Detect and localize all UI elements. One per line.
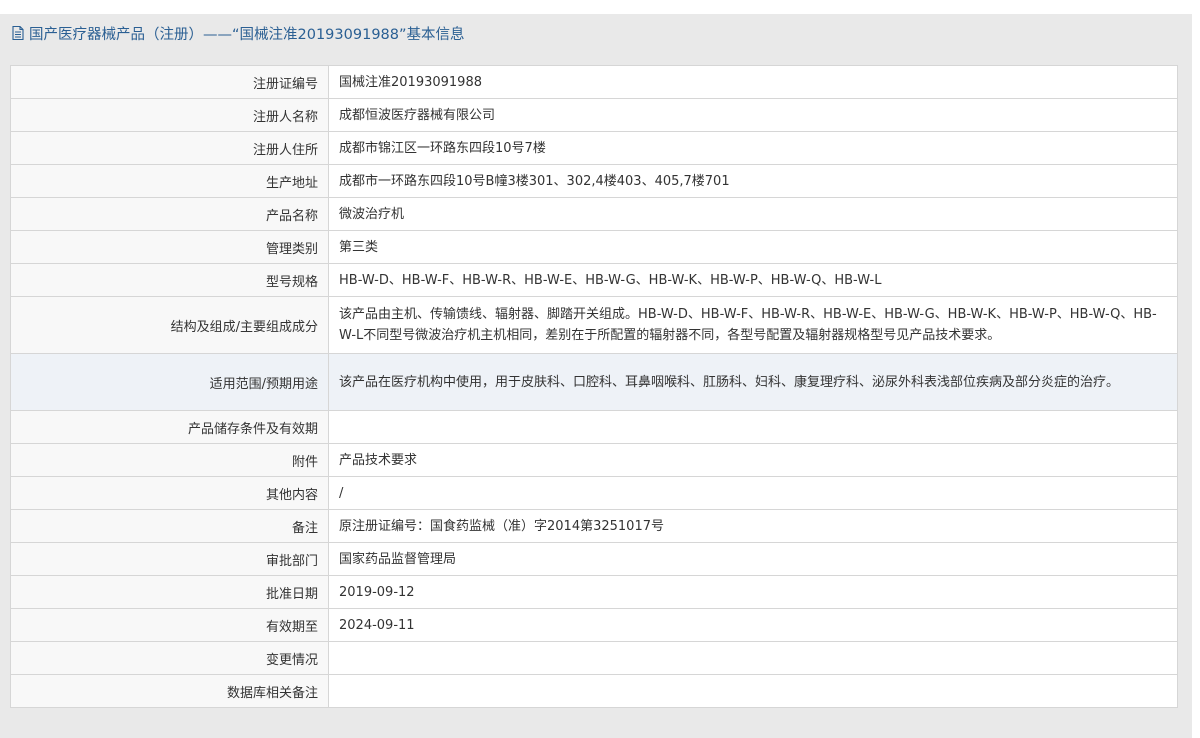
row-value: 成都恒波医疗器械有限公司: [328, 98, 1178, 132]
row-value: 该产品在医疗机构中使用，用于皮肤科、口腔科、耳鼻咽喉科、肛肠科、妇科、康复理疗科…: [328, 353, 1178, 411]
row-value: HB-W-D、HB-W-F、HB-W-R、HB-W-E、HB-W-G、HB-W-…: [328, 263, 1178, 297]
row-value: 产品技术要求: [328, 443, 1178, 477]
row-label: 管理类别: [10, 230, 329, 264]
row-value: [328, 410, 1178, 444]
row-value: 2024-09-11: [328, 608, 1178, 642]
row-value: 成都市一环路东四段10号B幢3楼301、302,4楼403、405,7楼701: [328, 164, 1178, 198]
row-value: 国械注准20193091988: [328, 65, 1178, 99]
table-row: 其他内容 /: [10, 476, 1178, 510]
table-row: 生产地址 成都市一环路东四段10号B幢3楼301、302,4楼403、405,7…: [10, 164, 1178, 198]
row-label: 备注: [10, 509, 329, 543]
info-table: 注册证编号 国械注准20193091988 注册人名称 成都恒波医疗器械有限公司…: [10, 65, 1178, 708]
table-row: 适用范围/预期用途 该产品在医疗机构中使用，用于皮肤科、口腔科、耳鼻咽喉科、肛肠…: [10, 353, 1178, 411]
table-row: 附件 产品技术要求: [10, 443, 1178, 477]
row-label: 附件: [10, 443, 329, 477]
row-value: 原注册证编号：国食药监械（准）字2014第3251017号: [328, 509, 1178, 543]
table-row: 审批部门 国家药品监督管理局: [10, 542, 1178, 576]
row-label: 注册人住所: [10, 131, 329, 165]
table-row: 批准日期 2019-09-12: [10, 575, 1178, 609]
row-value: [328, 674, 1178, 708]
row-value: 成都市锦江区一环路东四段10号7楼: [328, 131, 1178, 165]
row-label: 注册人名称: [10, 98, 329, 132]
table-row: 备注 原注册证编号：国食药监械（准）字2014第3251017号: [10, 509, 1178, 543]
table-row: 注册人名称 成都恒波医疗器械有限公司: [10, 98, 1178, 132]
table-row: 数据库相关备注: [10, 674, 1178, 708]
table-row: 结构及组成/主要组成成分 该产品由主机、传输馈线、辐射器、脚踏开关组成。HB-W…: [10, 296, 1178, 354]
row-label: 数据库相关备注: [10, 674, 329, 708]
info-table-wrapper: 注册证编号 国械注准20193091988 注册人名称 成都恒波医疗器械有限公司…: [10, 65, 1178, 708]
row-value: 微波治疗机: [328, 197, 1178, 231]
row-value: /: [328, 476, 1178, 510]
table-row: 型号规格 HB-W-D、HB-W-F、HB-W-R、HB-W-E、HB-W-G、…: [10, 263, 1178, 297]
row-label: 批准日期: [10, 575, 329, 609]
panel-header: 国产医疗器械产品（注册）——“国械注准20193091988”基本信息: [0, 14, 1192, 52]
page-title: 国产医疗器械产品（注册）——“国械注准20193091988”基本信息: [29, 26, 465, 43]
row-label: 审批部门: [10, 542, 329, 576]
row-label: 型号规格: [10, 263, 329, 297]
row-value: 国家药品监督管理局: [328, 542, 1178, 576]
row-label: 结构及组成/主要组成成分: [10, 296, 329, 354]
row-label: 注册证编号: [10, 65, 329, 99]
row-label: 其他内容: [10, 476, 329, 510]
table-row: 注册证编号 国械注准20193091988: [10, 65, 1178, 99]
table-row: 管理类别 第三类: [10, 230, 1178, 264]
row-value: [328, 641, 1178, 675]
table-row: 有效期至 2024-09-11: [10, 608, 1178, 642]
row-label: 产品名称: [10, 197, 329, 231]
document-icon: [12, 25, 24, 41]
info-panel: 国产医疗器械产品（注册）——“国械注准20193091988”基本信息 注册证编…: [0, 14, 1192, 738]
row-label: 有效期至: [10, 608, 329, 642]
row-value: 该产品由主机、传输馈线、辐射器、脚踏开关组成。HB-W-D、HB-W-F、HB-…: [328, 296, 1178, 354]
row-label: 变更情况: [10, 641, 329, 675]
row-value: 2019-09-12: [328, 575, 1178, 609]
table-row: 变更情况: [10, 641, 1178, 675]
row-value: 第三类: [328, 230, 1178, 264]
table-row: 产品储存条件及有效期: [10, 410, 1178, 444]
table-row: 注册人住所 成都市锦江区一环路东四段10号7楼: [10, 131, 1178, 165]
row-label: 生产地址: [10, 164, 329, 198]
row-label: 产品储存条件及有效期: [10, 410, 329, 444]
row-label: 适用范围/预期用途: [10, 353, 329, 411]
table-row: 产品名称 微波治疗机: [10, 197, 1178, 231]
